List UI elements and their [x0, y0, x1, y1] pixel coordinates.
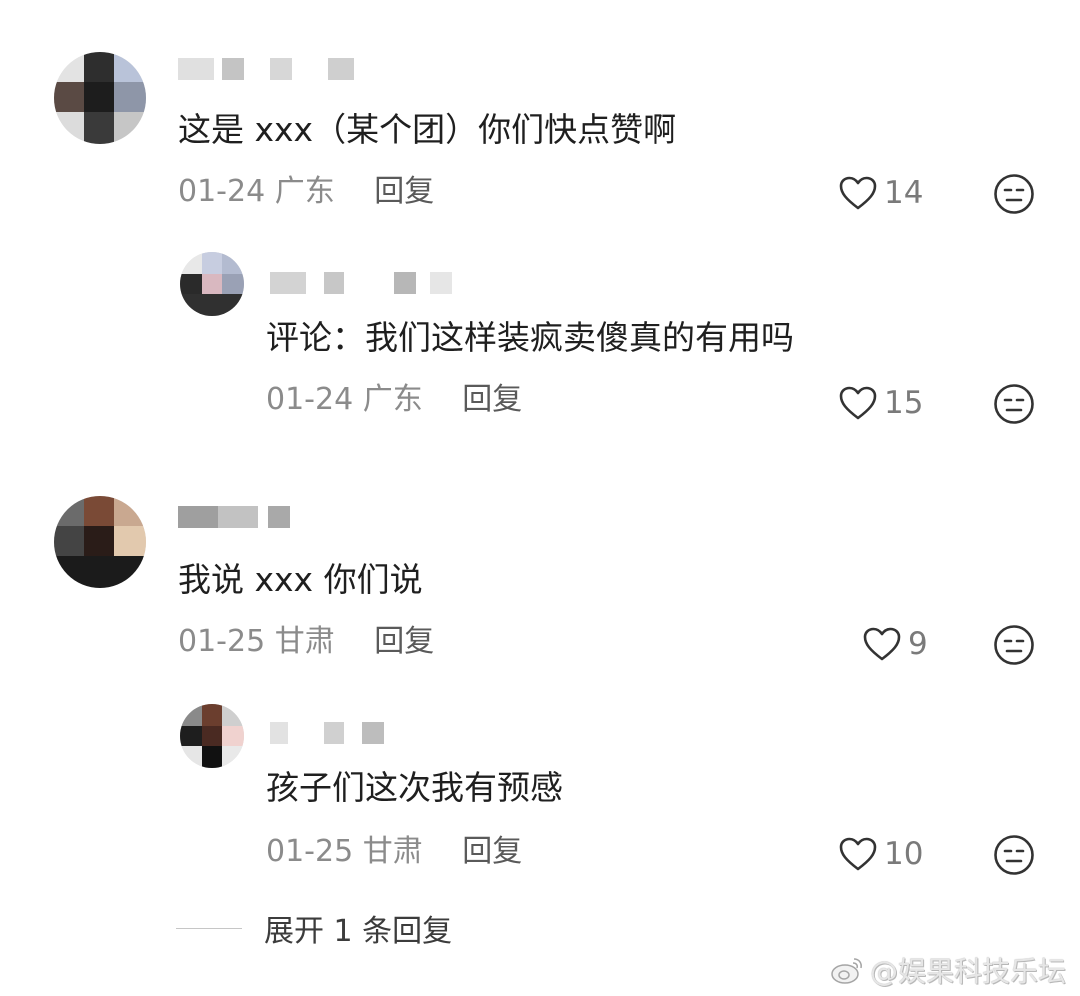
heart-outline-icon [839, 837, 877, 871]
avatar[interactable] [54, 52, 146, 144]
comment-meta: 01-25 甘肃 回复 [266, 834, 522, 870]
reply-button[interactable]: 回复 [462, 382, 522, 417]
like-count: 9 [908, 626, 928, 662]
comment-date: 01-24 [266, 382, 354, 417]
meh-face-icon[interactable] [993, 834, 1035, 876]
reply-button[interactable]: 回复 [374, 624, 434, 659]
comment-text: 评论：我们这样装疯卖傻真的有用吗 [266, 318, 794, 357]
username-blurred[interactable] [270, 722, 390, 748]
like-button[interactable]: 15 [838, 383, 923, 423]
comment-date: 01-24 [178, 174, 266, 209]
like-button[interactable]: 10 [838, 834, 923, 874]
like-button[interactable]: 9 [862, 624, 928, 664]
avatar[interactable] [180, 704, 244, 768]
comment-location: 广东 [362, 382, 423, 417]
comment-meta: 01-24 广东 回复 [178, 174, 434, 210]
comment-date: 01-25 [266, 834, 354, 869]
meh-face-icon[interactable] [993, 173, 1035, 215]
expand-replies-label: 展开 1 条回复 [264, 914, 453, 949]
meh-face-icon[interactable] [993, 624, 1035, 666]
meh-face-icon[interactable] [993, 383, 1035, 425]
comment-text: 孩子们这次我有预感 [266, 768, 563, 807]
like-count: 10 [884, 836, 924, 872]
username-blurred[interactable] [270, 272, 480, 298]
divider-line [176, 927, 242, 929]
username-blurred[interactable] [178, 58, 378, 84]
weibo-logo-icon [831, 958, 862, 984]
username-blurred[interactable] [178, 506, 298, 532]
heart-outline-icon [839, 386, 877, 420]
like-count: 15 [884, 385, 924, 421]
like-count: 14 [884, 175, 924, 211]
comment-meta: 01-24 广东 回复 [266, 382, 522, 418]
comment-location: 广东 [274, 174, 335, 209]
expand-replies-button[interactable]: 展开 1 条回复 [176, 906, 452, 950]
comment-location: 甘肃 [362, 834, 423, 869]
reply-button[interactable]: 回复 [462, 834, 522, 869]
comment-location: 甘肃 [274, 624, 335, 659]
comment-text: 我说 xxx 你们说 [178, 560, 423, 599]
watermark-text: @娱果科技乐坛 [869, 955, 1066, 988]
comment-date: 01-25 [178, 624, 266, 659]
heart-outline-icon [863, 627, 901, 661]
avatar[interactable] [180, 252, 244, 316]
like-button[interactable]: 14 [838, 173, 923, 213]
reply-button[interactable]: 回复 [374, 174, 434, 209]
comment-text: 这是 xxx（某个团）你们快点赞啊 [178, 110, 677, 149]
watermark: @娱果科技乐坛 [830, 950, 1066, 990]
heart-outline-icon [839, 176, 877, 210]
comment-meta: 01-25 甘肃 回复 [178, 624, 434, 660]
avatar[interactable] [54, 496, 146, 588]
